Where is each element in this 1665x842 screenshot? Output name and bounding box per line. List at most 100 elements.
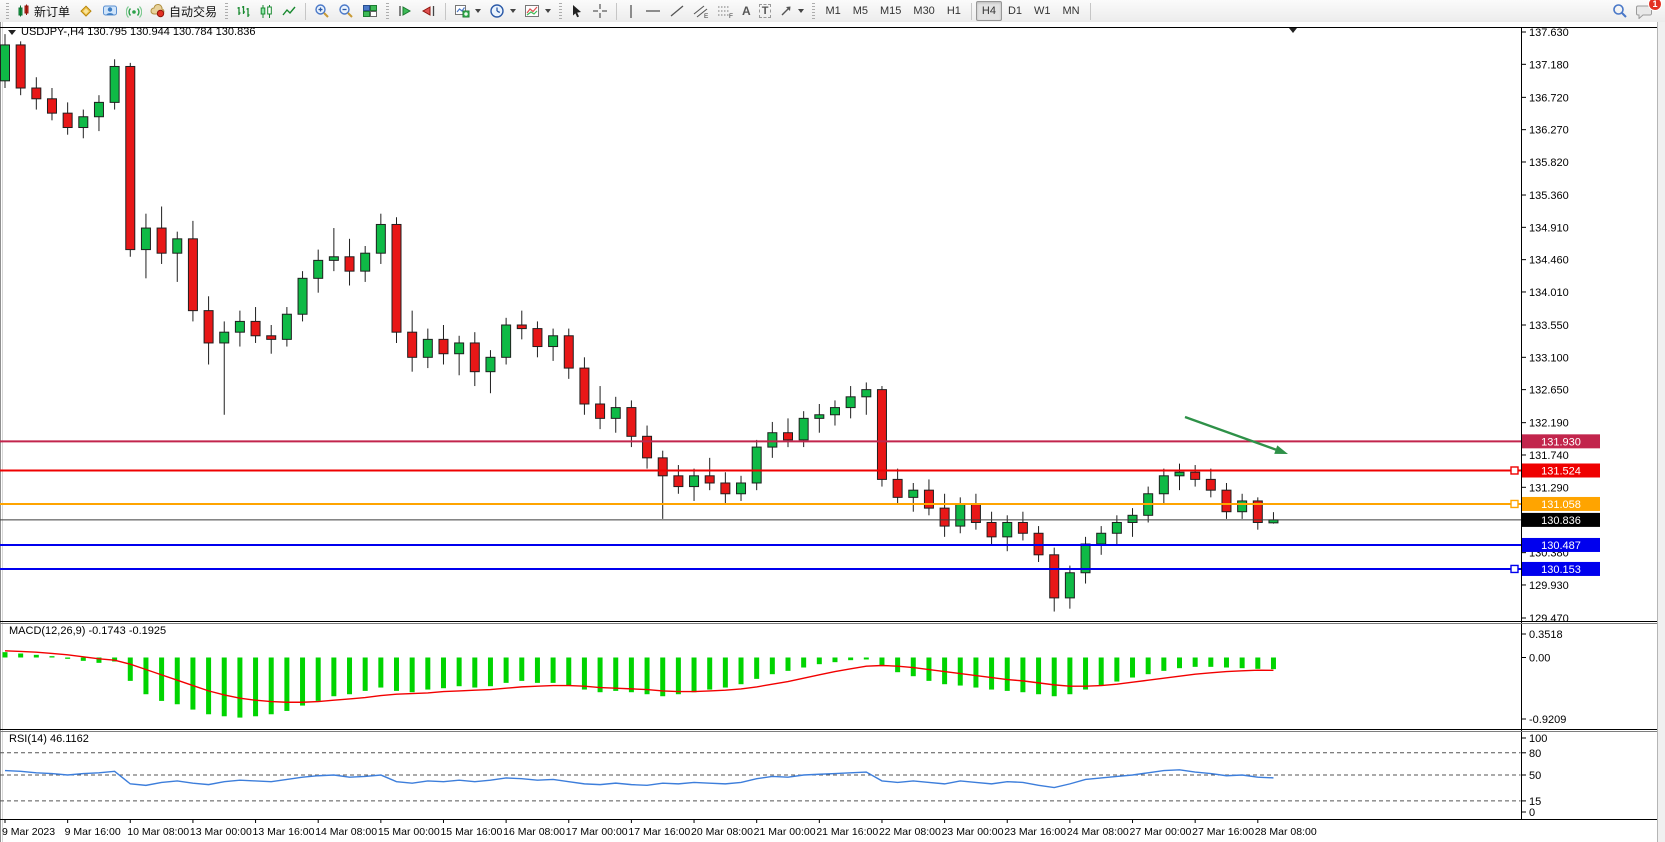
timeframe-w1[interactable]: W1 [1028,1,1057,21]
label-tool-button[interactable]: T [755,0,776,22]
svg-text:15 Mar 00:00: 15 Mar 00:00 [378,826,440,838]
trendline-tool-button[interactable] [665,0,689,22]
toolbar-grip[interactable] [812,3,815,19]
svg-text:21 Mar 16:00: 21 Mar 16:00 [816,826,878,838]
signals-button[interactable] [122,0,146,22]
timeframe-mn[interactable]: MN [1057,1,1086,21]
chart-canvas[interactable]: 137.630137.180136.720136.270135.820135.3… [0,22,1665,842]
templates-button[interactable] [520,0,555,22]
svg-text:9 Mar 16:00: 9 Mar 16:00 [65,826,121,838]
text-tool-button[interactable]: A [738,0,755,22]
arrows-tool-icon [779,4,793,18]
zoom-in-icon [314,3,330,19]
svg-text:80: 80 [1529,748,1541,760]
svg-text:130.487: 130.487 [1541,540,1581,552]
community-button[interactable] [98,0,122,22]
svg-text:137.180: 137.180 [1529,59,1569,71]
tile-windows-icon [362,3,378,19]
svg-text:130.836: 130.836 [1541,515,1581,527]
chart-menu-icon[interactable] [1289,28,1297,33]
equidistant-channel-tool-button[interactable]: E [689,0,713,22]
new-order-button[interactable]: 新订单 [13,0,74,22]
market-depth-button[interactable] [74,0,98,22]
crosshair-icon [592,3,608,19]
dropdown-caret-icon [510,9,516,13]
market-depth-icon [78,3,94,19]
timeframe-h4[interactable]: H4 [976,1,1002,21]
new-order-icon [17,4,31,18]
svg-text:50: 50 [1529,770,1541,782]
tile-windows-button[interactable] [358,0,382,22]
line-handle [1511,565,1518,572]
chart-candles-icon [259,4,274,19]
vertical-line-tool-button[interactable] [621,0,641,22]
chart-candles-button[interactable] [255,0,278,22]
svg-text:21 Mar 00:00: 21 Mar 00:00 [754,826,816,838]
svg-text:17 Mar 16:00: 17 Mar 16:00 [628,826,690,838]
periods-clock-icon [489,3,505,19]
svg-text:15 Mar 16:00: 15 Mar 16:00 [440,826,502,838]
auto-trading-button[interactable]: 自动交易 [146,0,221,22]
label-tool-glyph: T [759,4,772,18]
svg-text:131.290: 131.290 [1529,482,1569,494]
horizontal-line-tool-button[interactable] [641,0,665,22]
arrows-tool-button[interactable] [775,0,808,22]
svg-text:10 Mar 08:00: 10 Mar 08:00 [127,826,189,838]
svg-text:131.930: 131.930 [1541,436,1581,448]
periods-button[interactable] [485,0,520,22]
svg-text:134.010: 134.010 [1529,287,1569,299]
timeframe-m1[interactable]: M1 [819,1,846,21]
timeframe-m30[interactable]: M30 [907,1,940,21]
toolbar-separator [305,3,306,20]
templates-icon [524,3,540,19]
toolbar: 新订单 自动交易 [0,0,1665,23]
toolbar-separator [445,3,446,20]
svg-text:135.360: 135.360 [1529,190,1569,202]
timeframe-d1[interactable]: D1 [1002,1,1028,21]
zoom-out-icon [338,3,354,19]
chart-line-icon [282,4,297,19]
new-order-label: 新订单 [34,3,70,20]
auto-scroll-button[interactable] [393,0,417,22]
chart-collapse-icon[interactable] [8,30,16,35]
svg-text:17 Mar 00:00: 17 Mar 00:00 [566,826,628,838]
svg-text:100: 100 [1529,733,1547,745]
fibonacci-tool-button[interactable]: F [713,0,738,22]
zoom-out-button[interactable] [334,0,358,22]
horizontal-line-icon [645,4,661,18]
auto-trading-icon [150,3,166,19]
svg-text:9 Mar 2023: 9 Mar 2023 [2,826,55,838]
toolbar-grip[interactable] [559,3,562,19]
timeframe-m15[interactable]: M15 [874,1,907,21]
chart-line-button[interactable] [278,0,301,22]
community-icon [102,3,118,19]
chart-shift-button[interactable] [417,0,441,22]
toolbar-separator [971,3,972,20]
svg-text:13 Mar 16:00: 13 Mar 16:00 [253,826,315,838]
svg-text:132.650: 132.650 [1529,385,1569,397]
dropdown-caret-icon [545,9,551,13]
vertical-line-icon [625,4,637,19]
toolbar-grip[interactable] [386,3,389,19]
svg-text:24 Mar 08:00: 24 Mar 08:00 [1067,826,1129,838]
indicators-button[interactable] [450,0,485,22]
toolbar-grip[interactable] [6,3,9,19]
svg-text:136.270: 136.270 [1529,125,1569,137]
notifications-button[interactable]: 1 [1632,0,1657,22]
svg-text:131.740: 131.740 [1529,450,1569,462]
zoom-in-button[interactable] [310,0,334,22]
timeframe-h1[interactable]: H1 [941,1,967,21]
dropdown-caret-icon [475,9,481,13]
svg-text:129.470: 129.470 [1529,613,1569,625]
svg-text:22 Mar 08:00: 22 Mar 08:00 [879,826,941,838]
svg-text:14 Mar 08:00: 14 Mar 08:00 [315,826,377,838]
timeframe-m5[interactable]: M5 [847,1,874,21]
toolbar-grip[interactable] [225,3,228,19]
search-button[interactable] [1608,0,1632,22]
svg-text:28 Mar 08:00: 28 Mar 08:00 [1255,826,1317,838]
cursor-icon [570,4,584,18]
chart-bars-button[interactable] [232,0,255,22]
crosshair-tool-button[interactable] [588,0,612,22]
cursor-tool-button[interactable] [566,0,588,22]
auto-scroll-icon [397,3,413,19]
